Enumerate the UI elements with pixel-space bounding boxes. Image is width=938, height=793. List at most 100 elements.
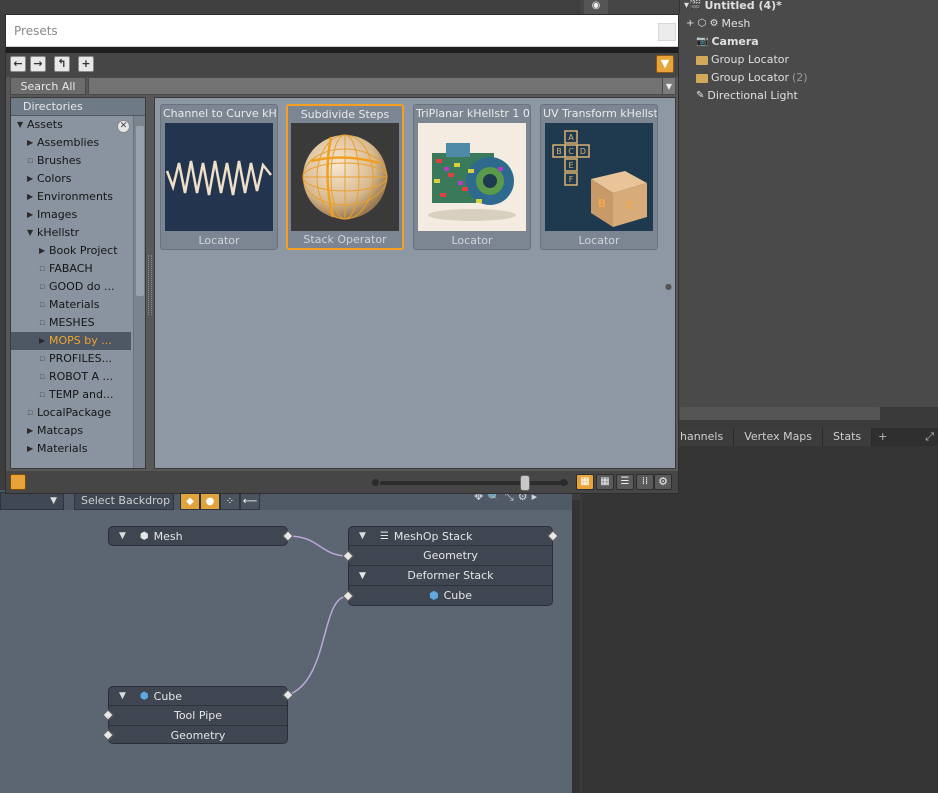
collapsed-triangle-icon[interactable]: ▶: [27, 134, 33, 152]
expanded-triangle-icon[interactable]: ▼: [17, 116, 23, 134]
directory-tree: ▼ Assets ▶ Assemblies ▫ Brushes ▶ Colors ▶ Enviro…: [11, 116, 131, 468]
grid-scrollbar[interactable]: ●: [665, 102, 673, 464]
search-input[interactable]: [88, 77, 664, 95]
add-tab-button[interactable]: +: [872, 428, 893, 446]
folder-icon: [696, 55, 708, 65]
view-mode-buttons: ▦ ▦ ☰ ⁞⁞: [576, 474, 654, 490]
select-backdrop-button[interactable]: Select Backdrop: [74, 492, 174, 510]
directory-item[interactable]: ▶ Assemblies: [11, 134, 131, 152]
subdivided-sphere-thumbnail: [291, 123, 399, 231]
gear-icon[interactable]: ⚙: [654, 474, 672, 490]
directory-item[interactable]: ▫ GOOD do ...: [11, 278, 131, 296]
cube-icon: ⬢: [139, 690, 149, 702]
collapsed-triangle-icon[interactable]: ▶: [27, 422, 33, 440]
up-folder-icon[interactable]: ↰: [54, 56, 70, 72]
preset-card-triplanar[interactable]: TriPlanar kHellstr 1 0 Locator: [413, 104, 531, 250]
dense-grid-view-icon[interactable]: ⁞⁞: [636, 474, 654, 490]
tab-vertex-maps[interactable]: Vertex Maps: [734, 428, 824, 446]
directory-item[interactable]: ▶ Colors: [11, 170, 131, 188]
diamond-mode-icon[interactable]: ◆: [180, 492, 200, 510]
arrow-mode-icon[interactable]: ⟵: [240, 492, 260, 510]
scene-item-root[interactable]: ▾🎬 Untitled (4)*: [684, 0, 782, 15]
directories-panel: Directories ▼ Assets ▶ Assemblies ▫ Brushes ▶ C…: [10, 97, 146, 469]
forward-arrow-icon[interactable]: →: [30, 56, 46, 72]
directory-item[interactable]: ▫ Brushes: [11, 152, 131, 170]
collapse-triangle-icon[interactable]: ▼: [359, 566, 366, 586]
close-icon[interactable]: ✕: [117, 120, 130, 133]
directory-item[interactable]: ▶ Book Project: [11, 242, 131, 260]
cube-node[interactable]: ▼ ⬢ Cube Tool Pipe Geometry: [108, 686, 288, 744]
grid-mode-icon[interactable]: ⁘: [220, 492, 240, 510]
collapse-triangle-icon[interactable]: ▼: [359, 531, 366, 541]
expanded-triangle-icon[interactable]: ▼: [27, 224, 33, 242]
small-grid-view-icon[interactable]: ▦: [596, 474, 614, 490]
directory-item[interactable]: ▼ kHellstr: [11, 224, 131, 242]
tree-horizontal-scrollbar[interactable]: [680, 407, 880, 420]
directory-item[interactable]: ▫ FABACH: [11, 260, 131, 278]
directory-item[interactable]: ▶ Environments: [11, 188, 131, 206]
scene-item-camera[interactable]: 📷 Camera: [696, 33, 759, 51]
large-grid-view-icon[interactable]: ▦: [576, 474, 594, 490]
chevron-down-icon: ▼: [50, 496, 57, 506]
cube-icon: ⬢: [428, 588, 439, 602]
svg-text:B: B: [598, 197, 606, 210]
collapsed-triangle-icon[interactable]: ▶: [39, 242, 45, 260]
back-arrow-icon[interactable]: ←: [10, 56, 26, 72]
directory-item[interactable]: ▶ MOPS by ...: [11, 332, 131, 350]
meshop-stack-node[interactable]: ▼ ☰ MeshOp Stack Geometry ▼ Deformer Stack …: [348, 526, 553, 606]
presets-window: Presets ← → ↰ + ▼ Search All ▼ Directori…: [5, 14, 679, 494]
directory-scrollbar[interactable]: [133, 116, 145, 468]
scene-item-group-locator[interactable]: Group Locator: [696, 51, 789, 69]
waveform-thumbnail: [165, 123, 273, 231]
directory-item[interactable]: ▶ Materials: [11, 440, 131, 458]
leaf-dot-icon: ▫: [27, 156, 34, 166]
collapsed-triangle-icon[interactable]: ▶: [27, 206, 33, 224]
panel-split-handle[interactable]: [148, 255, 152, 315]
preset-card-channel-to-curve[interactable]: Channel to Curve kH... Locator: [160, 104, 278, 250]
collapsed-triangle-icon[interactable]: ▶: [39, 332, 45, 350]
directory-item[interactable]: ▶ Images: [11, 206, 131, 224]
directory-item[interactable]: ▫ MESHES: [11, 314, 131, 332]
graph-dropdown[interactable]: ▼: [0, 492, 64, 510]
directory-item[interactable]: ▫ TEMP and...: [11, 386, 131, 404]
scrollbar-thumb[interactable]: [136, 126, 144, 296]
directory-item[interactable]: ▫ ROBOT A ...: [11, 368, 131, 386]
scene-item-group-locator-2[interactable]: Group Locator (2): [696, 69, 808, 87]
slider-max-icon: [560, 479, 567, 486]
directory-item[interactable]: ▶ Matcaps: [11, 422, 131, 440]
thumbnail-size-slider[interactable]: [380, 475, 568, 491]
directory-item[interactable]: ▫ LocalPackage: [11, 404, 131, 422]
panel-splitter[interactable]: [572, 500, 580, 793]
directory-item[interactable]: ▼ Assets: [11, 116, 131, 134]
add-icon[interactable]: +: [78, 56, 94, 72]
search-scope-button[interactable]: Search All: [10, 77, 86, 95]
preset-card-subdivide-steps[interactable]: Subdivide Steps Stack Operator: [286, 104, 404, 250]
collapsed-triangle-icon[interactable]: ▶: [27, 170, 33, 188]
visibility-eye-icon[interactable]: ◉: [584, 0, 608, 14]
search-dropdown-icon[interactable]: ▼: [662, 77, 676, 95]
expand-icon[interactable]: ⤢: [925, 430, 934, 444]
circle-mode-icon[interactable]: ●: [200, 492, 220, 510]
scene-item-directional-light[interactable]: ✎ Directional Light: [696, 87, 798, 105]
collapse-triangle-icon[interactable]: ▼: [119, 691, 126, 701]
svg-text:B: B: [556, 147, 562, 156]
tab-stats[interactable]: Stats: [823, 428, 873, 446]
list-view-icon[interactable]: ☰: [616, 474, 634, 490]
presets-toolbar: ← → ↰ + ▼: [6, 53, 678, 77]
mesh-node[interactable]: ▼ ⬢ Mesh: [108, 526, 288, 546]
leaf-dot-icon: ▫: [39, 354, 46, 364]
collapsed-triangle-icon[interactable]: ▶: [27, 440, 33, 458]
close-button[interactable]: [658, 23, 676, 41]
slider-knob[interactable]: [520, 475, 530, 491]
collapsed-triangle-icon[interactable]: ▶: [27, 188, 33, 206]
directory-item[interactable]: ▫ Materials: [11, 296, 131, 314]
panel-toggle-icon[interactable]: [10, 474, 26, 490]
presets-title-bar[interactable]: Presets: [6, 15, 678, 47]
directory-item[interactable]: ▫ PROFILES...: [11, 350, 131, 368]
scene-item-mesh[interactable]: + ⬡ ⚙ Mesh: [686, 15, 750, 33]
collapse-triangle-icon[interactable]: ▼: [119, 531, 126, 541]
tab-channels[interactable]: hannels: [670, 428, 735, 446]
meshop-cube-row: ⬢ Cube: [349, 585, 552, 605]
filter-icon[interactable]: ▼: [656, 55, 674, 73]
preset-card-uv-transform[interactable]: UV Transform kHellstr ABC DEF B C Locato…: [540, 104, 658, 250]
